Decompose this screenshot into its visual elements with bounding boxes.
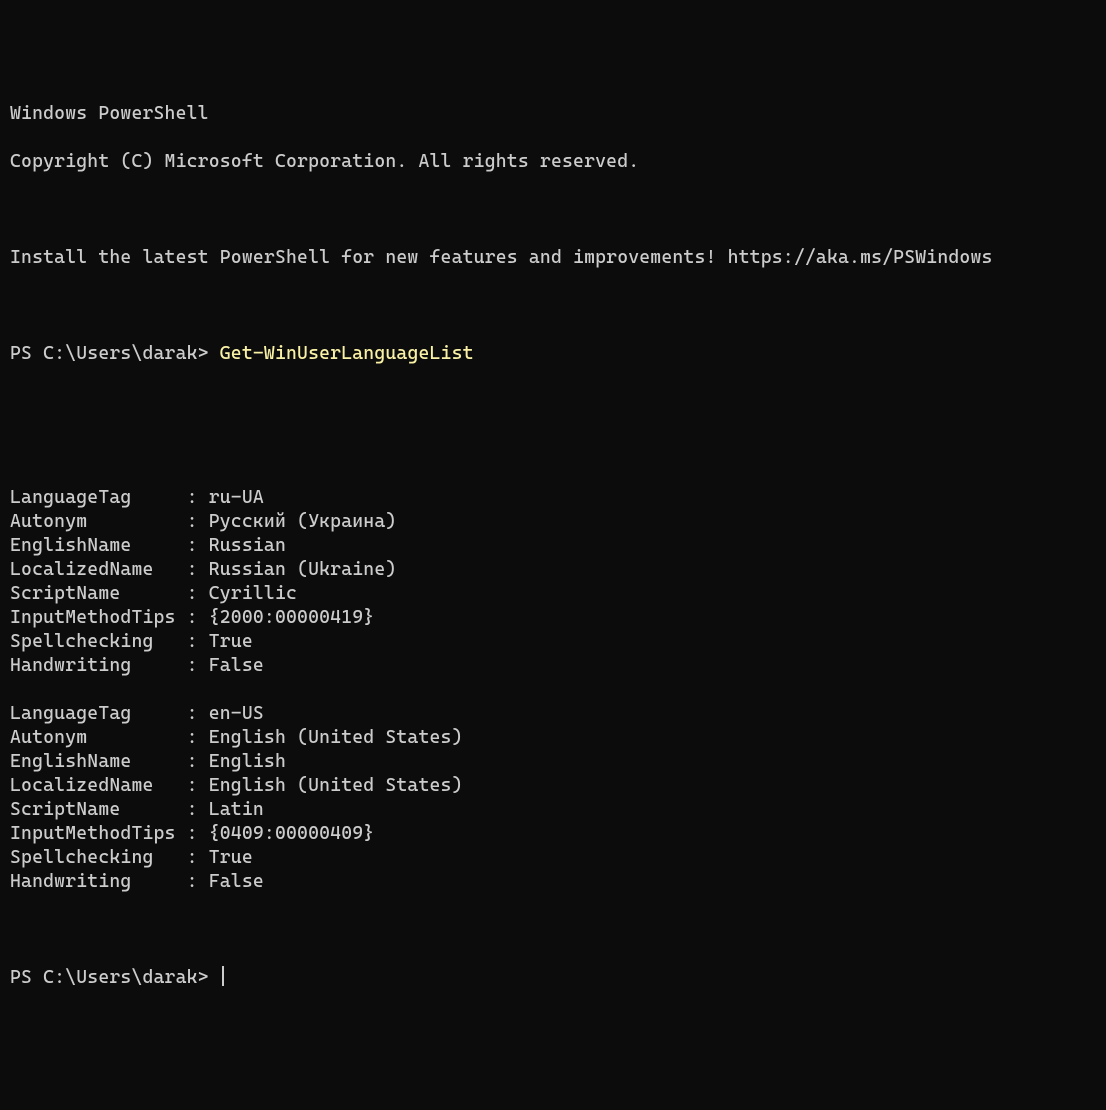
output-row: LocalizedName : Russian (Ukraine): [10, 558, 1096, 582]
output-row: InputMethodTips : {0409:00000409}: [10, 822, 1096, 846]
blank-line: [10, 198, 1096, 222]
output-row: InputMethodTips : {2000:00000419}: [10, 606, 1096, 630]
cursor: [222, 966, 224, 986]
output-results: LanguageTag : ru-UAAutonym : Русский (Ук…: [10, 486, 1096, 894]
output-row: Autonym : Русский (Украина): [10, 510, 1096, 534]
output-row: ScriptName : Latin: [10, 798, 1096, 822]
output-row: Spellchecking : True: [10, 630, 1096, 654]
output-row: LanguageTag : ru-UA: [10, 486, 1096, 510]
output-row: Handwriting : False: [10, 654, 1096, 678]
prompt-prefix: PS C:\Users\darak>: [10, 967, 220, 988]
output-row: Spellchecking : True: [10, 846, 1096, 870]
header-line-1: Windows PowerShell: [10, 102, 1096, 126]
output-row: ScriptName : Cyrillic: [10, 582, 1096, 606]
blank-line: [10, 294, 1096, 318]
output-row: EnglishName : English: [10, 750, 1096, 774]
header-line-3: Install the latest PowerShell for new fe…: [10, 246, 1096, 270]
header-line-2: Copyright (C) Microsoft Corporation. All…: [10, 150, 1096, 174]
blank-line: [10, 918, 1096, 942]
output-row: Autonym : English (United States): [10, 726, 1096, 750]
command-input[interactable]: Get-WinUserLanguageList: [220, 343, 474, 364]
output-row: LanguageTag : en-US: [10, 702, 1096, 726]
blank-line: [10, 678, 1096, 702]
prompt-line-2[interactable]: PS C:\Users\darak>: [10, 966, 1096, 990]
prompt-line-1: PS C:\Users\darak> Get-WinUserLanguageLi…: [10, 342, 1096, 366]
blank-line: [10, 390, 1096, 414]
output-row: LocalizedName : English (United States): [10, 774, 1096, 798]
blank-line: [10, 438, 1096, 462]
prompt-prefix: PS C:\Users\darak>: [10, 343, 220, 364]
output-row: Handwriting : False: [10, 870, 1096, 894]
output-row: EnglishName : Russian: [10, 534, 1096, 558]
